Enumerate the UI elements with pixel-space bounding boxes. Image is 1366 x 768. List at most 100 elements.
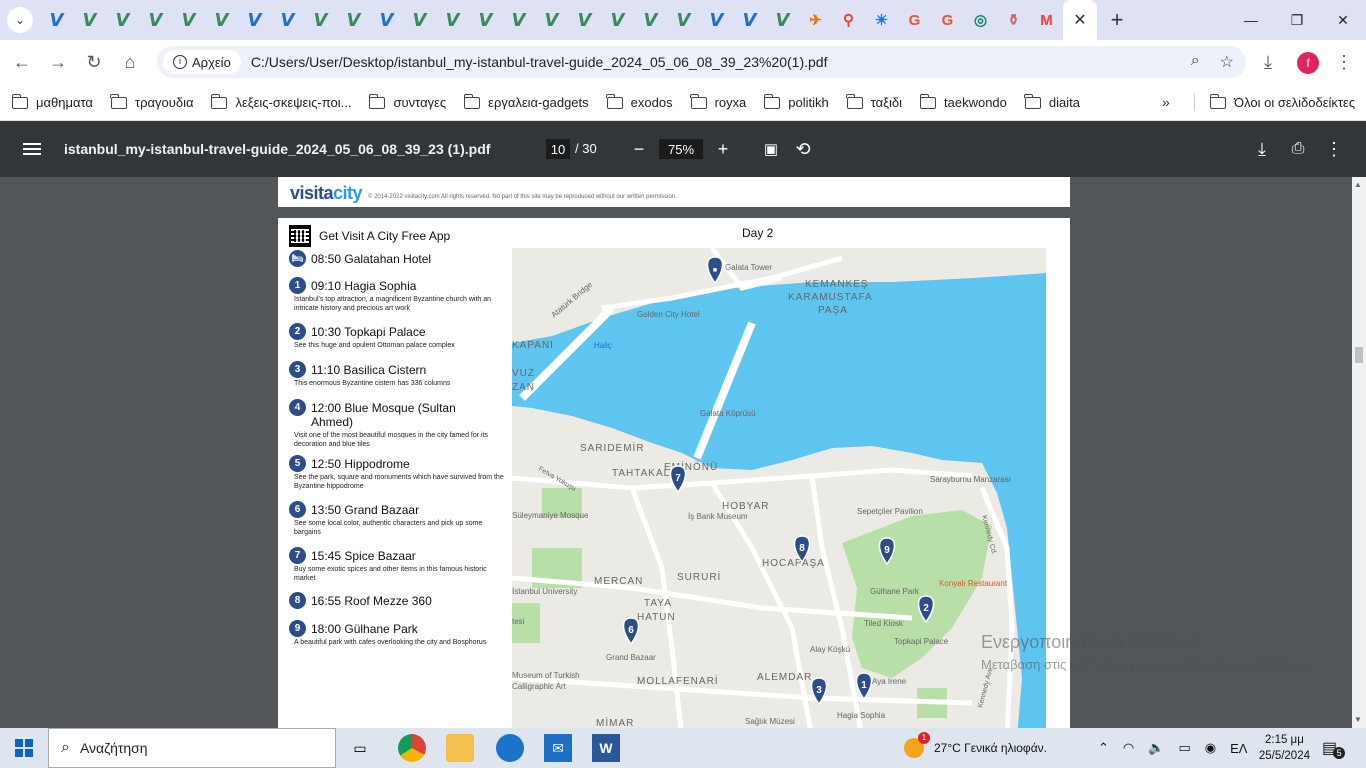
bookmark-folder[interactable]: εργαλεια-gadgets — [463, 93, 589, 110]
tab-weather[interactable]: ☀ — [865, 0, 898, 40]
scroll-thumb[interactable] — [1355, 347, 1363, 363]
tab-visitacity-23[interactable]: V — [766, 0, 799, 40]
zoom-in-button[interactable]: + — [711, 137, 735, 161]
tab-visitacity-18[interactable]: V — [601, 0, 634, 40]
scroll-down-arrow-icon[interactable]: ▼ — [1354, 715, 1362, 724]
fit-page-icon[interactable]: ▣ — [759, 137, 783, 161]
bookmark-folder[interactable]: λεξεις-σκεψεις-ποι... — [210, 93, 351, 110]
tab-tripadvisor[interactable]: ◎ — [964, 0, 997, 40]
close-tab-icon[interactable]: ✕ — [1073, 10, 1086, 30]
clock[interactable]: 2:15 μμ 25/5/2024 — [1259, 732, 1310, 764]
tab-visitacity-21[interactable]: V — [700, 0, 733, 40]
bookmark-label: εργαλεια-gadgets — [488, 95, 589, 110]
tab-visitacity-20[interactable]: V — [667, 0, 700, 40]
windows-logo-icon — [15, 739, 33, 757]
map-pin-1[interactable]: 1 — [855, 672, 873, 701]
tab-grammarly-1[interactable]: G — [898, 0, 931, 40]
site-info-chip[interactable]: i Αρχείο — [163, 50, 241, 74]
bookmark-folder[interactable]: συνταγες — [368, 93, 446, 110]
tab-visitacity-15[interactable]: V — [502, 0, 535, 40]
tab-visitacity-2[interactable]: V — [73, 0, 106, 40]
language-indicator[interactable]: ΕΛ — [1230, 741, 1247, 756]
tab-visitacity-10[interactable]: V — [337, 0, 370, 40]
tab-grammarly-2[interactable]: G — [931, 0, 964, 40]
tab-maps[interactable]: ⚲ — [832, 0, 865, 40]
tab-visitacity-17[interactable]: V — [568, 0, 601, 40]
tab-visitacity-12[interactable]: V — [403, 0, 436, 40]
profile-button[interactable]: f — [1290, 45, 1326, 81]
bookmark-folder[interactable]: ταξιδι — [846, 93, 902, 110]
bookmark-folder[interactable]: μαθηματα — [11, 93, 93, 110]
viewer-scrollbar[interactable]: ▲ ▼ — [1352, 177, 1366, 728]
weather-widget[interactable]: 1 27°C Γενικά ηλιοφάν. — [904, 728, 1047, 768]
back-icon[interactable]: ← — [4, 45, 40, 81]
start-button[interactable] — [0, 728, 48, 768]
tab-app[interactable]: ⚱ — [997, 0, 1030, 40]
page-number-input[interactable]: 10 — [546, 139, 570, 159]
tab-active-pdf[interactable]: ✕ — [1063, 0, 1097, 40]
close-window-button[interactable]: ✕ — [1320, 0, 1366, 40]
all-bookmarks-folder[interactable]: Όλοι οι σελιδοδείκτες — [1209, 93, 1355, 110]
bookmark-folder[interactable]: roуха — [690, 93, 746, 110]
taskbar-search[interactable]: ⌕ Αναζήτηση — [48, 728, 336, 768]
tab-visitacity-3[interactable]: V — [106, 0, 139, 40]
tab-visitacity-16[interactable]: V — [535, 0, 568, 40]
edge-icon[interactable] — [496, 734, 524, 762]
bookmark-folder[interactable]: τραγουδια — [110, 93, 193, 110]
tab-visitacity-7[interactable]: V — [238, 0, 271, 40]
tab-flights[interactable]: ✈ — [799, 0, 832, 40]
tab-visitacity-5[interactable]: V — [172, 0, 205, 40]
tab-visitacity-4[interactable]: V — [139, 0, 172, 40]
new-tab-button[interactable]: + — [1097, 0, 1137, 40]
bookmarks-overflow-button[interactable]: » — [1162, 94, 1170, 110]
print-icon[interactable]: ⎙ — [1286, 137, 1310, 161]
tab-visitacity-1[interactable]: V — [40, 0, 73, 40]
volume-icon[interactable]: 🔈 — [1148, 740, 1164, 756]
tab-visitacity-9[interactable]: V — [304, 0, 337, 40]
zoom-icon[interactable]: ⌕ — [1191, 52, 1200, 72]
word-icon[interactable]: W — [592, 734, 620, 762]
tab-visitacity-11[interactable]: V — [370, 0, 403, 40]
reload-icon[interactable]: ↻ — [76, 45, 112, 81]
chrome-icon[interactable] — [398, 734, 426, 762]
home-icon[interactable]: ⌂ — [112, 45, 148, 81]
bookmark-star-icon[interactable]: ☆ — [1220, 52, 1234, 72]
file-explorer-icon[interactable] — [446, 734, 474, 762]
pdf-more-icon[interactable]: ⋮ — [1322, 137, 1346, 161]
bookmarks-bar: μαθηματα τραγουδια λεξεις-σκεψεις-ποι... συ… — [0, 85, 1366, 121]
tab-visitacity-6[interactable]: V — [205, 0, 238, 40]
map-pin-7[interactable]: 7 — [669, 465, 687, 494]
bookmark-folder[interactable]: diaita — [1024, 93, 1080, 110]
battery-icon[interactable]: ▭ — [1178, 740, 1190, 756]
mail-icon[interactable]: ✉ — [544, 734, 572, 762]
bookmark-folder[interactable]: exodos — [606, 93, 673, 110]
zoom-out-button[interactable]: − — [627, 137, 651, 161]
tab-visitacity-14[interactable]: V — [469, 0, 502, 40]
tab-visitacity-22[interactable]: V — [733, 0, 766, 40]
forward-icon[interactable]: → — [40, 45, 76, 81]
tab-search-button[interactable]: ⌄ — [0, 0, 40, 40]
sidebar-menu-icon[interactable] — [0, 140, 64, 158]
zoom-level-input[interactable]: 75% — [659, 139, 703, 159]
notification-center[interactable]: ▤ 5 — [1322, 728, 1346, 768]
browser-menu-icon[interactable]: ⋮ — [1326, 45, 1362, 81]
task-view-icon[interactable]: ▭ — [346, 734, 374, 762]
meet-icon[interactable]: ◉ — [1205, 740, 1216, 756]
scroll-up-arrow-icon[interactable]: ▲ — [1354, 180, 1362, 189]
bookmark-folder[interactable]: politikh — [763, 93, 829, 110]
minimize-button[interactable]: — — [1228, 0, 1274, 40]
address-bar[interactable]: i Αρχείο C:/Users/User/Desktop/istanbul_… — [157, 46, 1246, 78]
wifi-icon[interactable]: ◠ — [1123, 740, 1134, 756]
url-text[interactable]: C:/Users/User/Desktop/istanbul_my-istanb… — [251, 54, 828, 70]
download-icon[interactable]: ⤓ — [1250, 45, 1286, 81]
pdf-download-icon[interactable]: ⤓ — [1250, 137, 1274, 161]
tab-gmail[interactable]: M — [1030, 0, 1063, 40]
chevron-up-icon[interactable]: ⌃ — [1098, 740, 1109, 756]
map-pin-6[interactable]: 6 — [622, 617, 640, 646]
bookmark-folder[interactable]: taekwondo — [919, 93, 1007, 110]
restore-button[interactable]: ❐ — [1274, 0, 1320, 40]
tab-visitacity-19[interactable]: V — [634, 0, 667, 40]
tab-visitacity-13[interactable]: V — [436, 0, 469, 40]
rotate-icon[interactable]: ⟲ — [791, 137, 815, 161]
tab-visitacity-8[interactable]: V — [271, 0, 304, 40]
